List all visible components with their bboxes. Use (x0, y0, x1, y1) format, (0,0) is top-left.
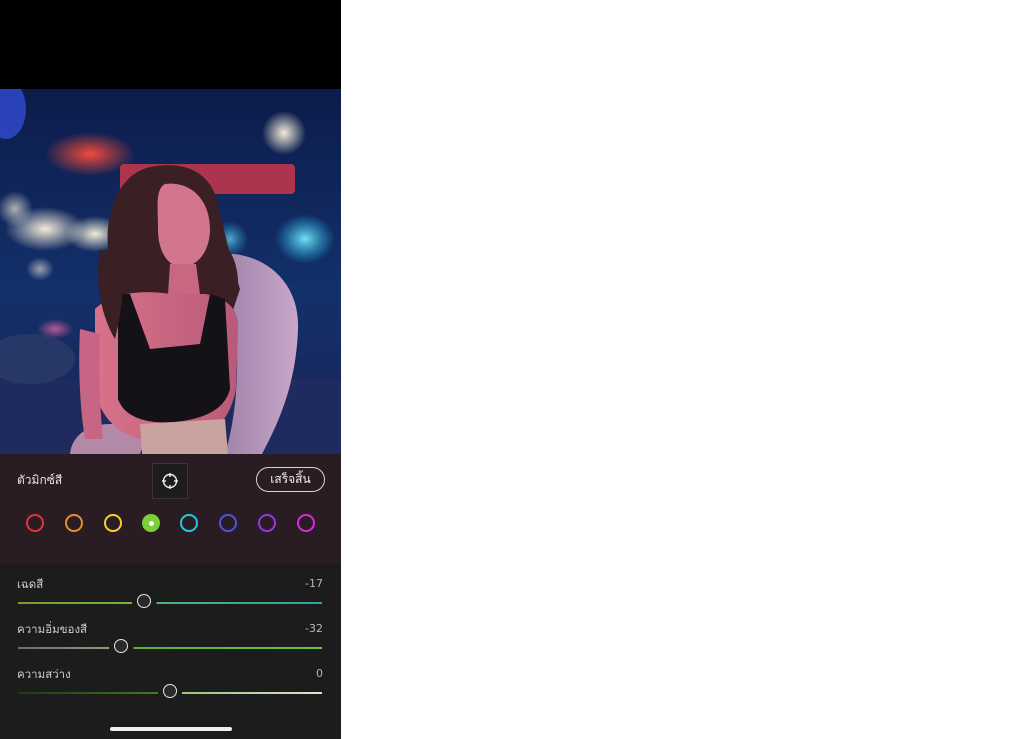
mixer-title: ตัวมิกซ์สี (17, 473, 63, 487)
swatch-orange[interactable] (65, 514, 83, 532)
saturation-slider-row: ความอิ่มของสี -32 (0, 613, 341, 658)
luminance-slider-row: ความสว่าง 0 (0, 658, 341, 703)
selected-dot (148, 520, 154, 526)
swatch-magenta[interactable] (297, 514, 315, 532)
home-indicator (110, 727, 232, 731)
swatch-purple[interactable] (258, 514, 276, 532)
swatch-blue[interactable] (219, 514, 237, 532)
done-button[interactable]: เสร็จสิ้น (256, 467, 325, 492)
swatch-yellow[interactable] (104, 514, 122, 532)
luminance-label: ความสว่าง (17, 667, 71, 681)
swatch-red[interactable] (26, 514, 44, 532)
adjustment-sliders: เฉดสี -17 ความอิ่มของสี -32 ความสว่าง 0 (0, 564, 341, 739)
photo-preview[interactable] (0, 89, 341, 454)
color-swatch-row (0, 514, 341, 538)
hue-track[interactable] (18, 602, 322, 604)
hue-label: เฉดสี (17, 577, 44, 591)
target-adjust-button[interactable] (152, 463, 188, 499)
saturation-value: -32 (305, 622, 323, 635)
hue-slider-row: เฉดสี -17 (0, 568, 341, 613)
luminance-value: 0 (316, 667, 323, 680)
saturation-track[interactable] (18, 647, 322, 649)
swatch-green[interactable] (142, 514, 160, 532)
hue-value: -17 (305, 577, 323, 590)
luminance-thumb[interactable] (163, 684, 177, 698)
photo-image (0, 89, 341, 454)
phone-screen: ตัวมิกซ์สี เสร็จสิ้น เฉดสี -17 ความอิ่มข… (0, 0, 341, 739)
saturation-label: ความอิ่มของสี (17, 622, 88, 636)
saturation-thumb[interactable] (114, 639, 129, 653)
crosshair-target-icon (162, 473, 178, 489)
swatch-aqua[interactable] (180, 514, 198, 532)
color-mixer-panel: ตัวมิกซ์สี เสร็จสิ้น (0, 454, 341, 564)
hue-thumb[interactable] (137, 594, 152, 608)
